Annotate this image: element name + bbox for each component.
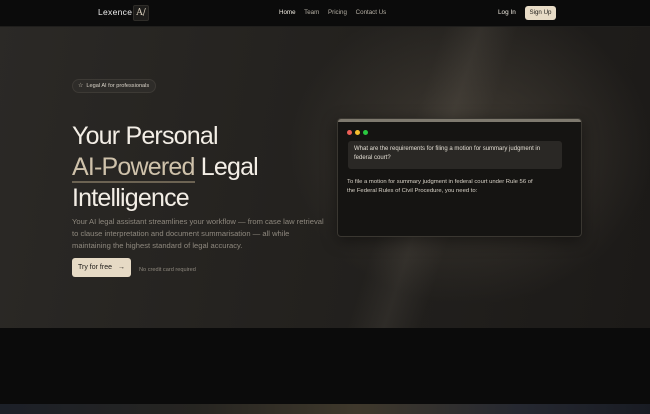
window-top-bar xyxy=(338,119,581,122)
cta-label: Try for free xyxy=(78,264,112,271)
window-zoom-dot xyxy=(363,130,368,135)
hero-badge: ☆ Legal AI for professionals xyxy=(72,79,157,93)
cta-note: No credit card required xyxy=(139,267,196,273)
window-minimize-dot xyxy=(355,130,360,135)
answer-text: To file a motion for summary judgment in… xyxy=(347,179,533,194)
window-close-dot xyxy=(347,130,352,135)
nav-links: Home Team Pricing Contact Us xyxy=(279,9,393,16)
nav-link-contact[interactable]: Contact Us xyxy=(356,9,387,16)
hero-section: ☆ Legal AI for professionals Your Persona… xyxy=(0,0,650,328)
nav-link-pricing[interactable]: Pricing xyxy=(328,9,347,16)
headline-line-3: Intelligence xyxy=(72,183,190,212)
signup-button[interactable]: Sign Up xyxy=(525,6,556,20)
brand-name[interactable]: Lexence xyxy=(98,7,132,17)
hero-description: Your AI legal assistant streamlines your… xyxy=(72,216,324,251)
bottom-gradient-band xyxy=(0,404,650,414)
login-link[interactable]: Log In xyxy=(498,9,516,16)
headline-line-2-rest: Legal xyxy=(194,152,259,181)
hero-headline: Your Personal AI-Powered Legal Intellige… xyxy=(72,121,259,214)
headline-accent: AI-Powered xyxy=(72,152,195,183)
headline-line-2: AI-Powered Legal xyxy=(72,152,259,183)
brand-logo-icon[interactable]: A/ xyxy=(133,5,149,21)
arrow-right-icon: → xyxy=(117,264,125,271)
top-nav: Lexence A/ Home Team Pricing Contact Us … xyxy=(0,0,650,27)
nav-link-team[interactable]: Team xyxy=(304,9,319,16)
badge-label: Legal AI for professionals xyxy=(86,83,150,89)
chat-preview-window: What are the requirements for filing a m… xyxy=(337,118,582,237)
star-icon: ☆ xyxy=(78,83,84,89)
try-for-free-button[interactable]: Try for free → xyxy=(72,258,131,277)
headline-line-1: Your Personal xyxy=(72,121,219,150)
nav-link-home[interactable]: Home xyxy=(279,9,296,16)
question-bubble: What are the requirements for filing a m… xyxy=(348,141,562,169)
